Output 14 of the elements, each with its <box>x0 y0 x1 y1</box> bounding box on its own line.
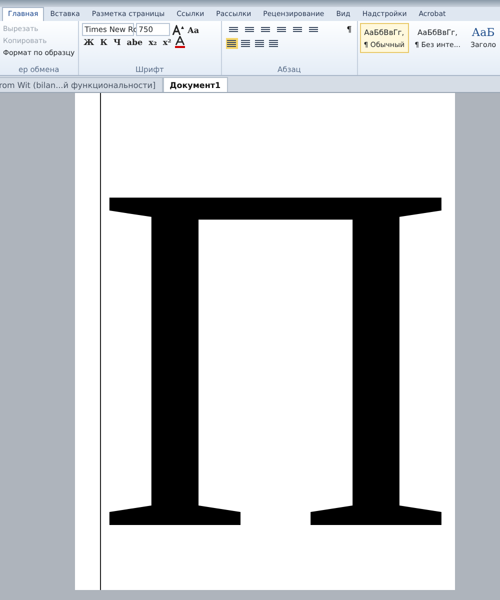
document-tab[interactable]: rom Wit (bilan...й функциональности] <box>0 77 163 92</box>
grow-font-icon[interactable] <box>172 24 184 34</box>
document-tab[interactable]: Документ1 <box>162 77 228 92</box>
style-sample: АаБ <box>470 26 496 40</box>
format-button[interactable]: Ж <box>82 36 96 48</box>
case-button[interactable]: Aa <box>186 24 202 36</box>
format-button[interactable]: Ч <box>111 36 123 48</box>
format-button[interactable]: К <box>98 36 110 48</box>
format-button[interactable]: abe <box>124 36 145 48</box>
document-text: П <box>95 107 456 600</box>
pilcrow-button[interactable]: ¶ <box>344 23 354 35</box>
font-color-icon[interactable] <box>175 36 186 48</box>
format-button[interactable]: x² <box>160 36 174 48</box>
format-button[interactable]: x₂ <box>146 36 159 48</box>
